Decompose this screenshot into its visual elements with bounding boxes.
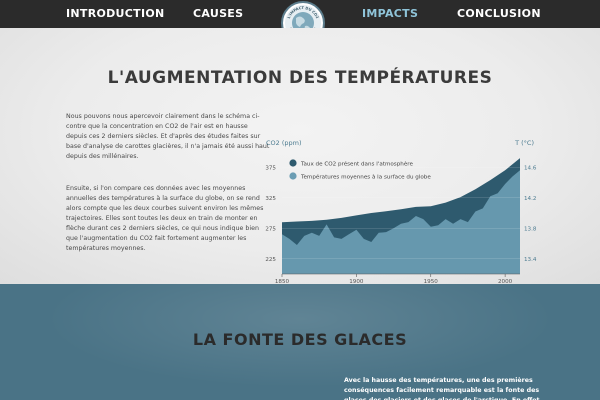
nav-item-impacts[interactable]: IMPACTS (362, 7, 418, 20)
y2-tick-label: 13.4 (524, 257, 537, 263)
ice-melt-section: LA FONTE DES GLACES Avec la hausse des t… (0, 284, 600, 400)
nav-item-introduction[interactable]: INTRODUCTION (66, 7, 165, 20)
y-tick-label: 225 (265, 257, 276, 263)
nav-item-causes[interactable]: CAUSES (193, 7, 243, 20)
section-title: L'AUGMENTATION DES TEMPÉRATURES (107, 68, 493, 88)
temperature-section: L'AUGMENTATION DES TEMPÉRATURES Nous pou… (0, 28, 600, 285)
y2-tick-label: 13.8 (524, 226, 537, 232)
intro-paragraph: Nous pouvons nous apercevoir clairement … (66, 113, 270, 160)
co2-temperature-chart: CO2 (ppm) T (°C) Taux de CO2 présent dans … (265, 139, 537, 285)
y2-axis-label: T (°C) (514, 139, 534, 147)
section-title-ice: LA FONTE DES GLACES (192, 330, 408, 349)
legend-label: Températures moyennes à la surface du gl… (300, 174, 431, 181)
y2-tick-label: 14.6 (524, 165, 537, 171)
y-tick-label: 375 (265, 165, 276, 171)
ice-melt-paragraph: Avec la hausse des températures, une des… (344, 377, 542, 400)
y-axis-label: CO2 (ppm) (266, 139, 302, 147)
nav-item-conclusion[interactable]: CONCLUSION (457, 7, 541, 20)
legend-label: Taux de CO2 présent dans l'atmosphère (300, 161, 413, 168)
legend-marker (289, 172, 297, 180)
legend-marker (289, 159, 297, 167)
comparison-paragraph: Ensuite, si l'on compare ces données ave… (66, 185, 264, 252)
y-tick-label: 275 (265, 226, 276, 232)
y-tick-label: 325 (265, 196, 276, 202)
y2-tick-label: 14.2 (524, 196, 536, 202)
